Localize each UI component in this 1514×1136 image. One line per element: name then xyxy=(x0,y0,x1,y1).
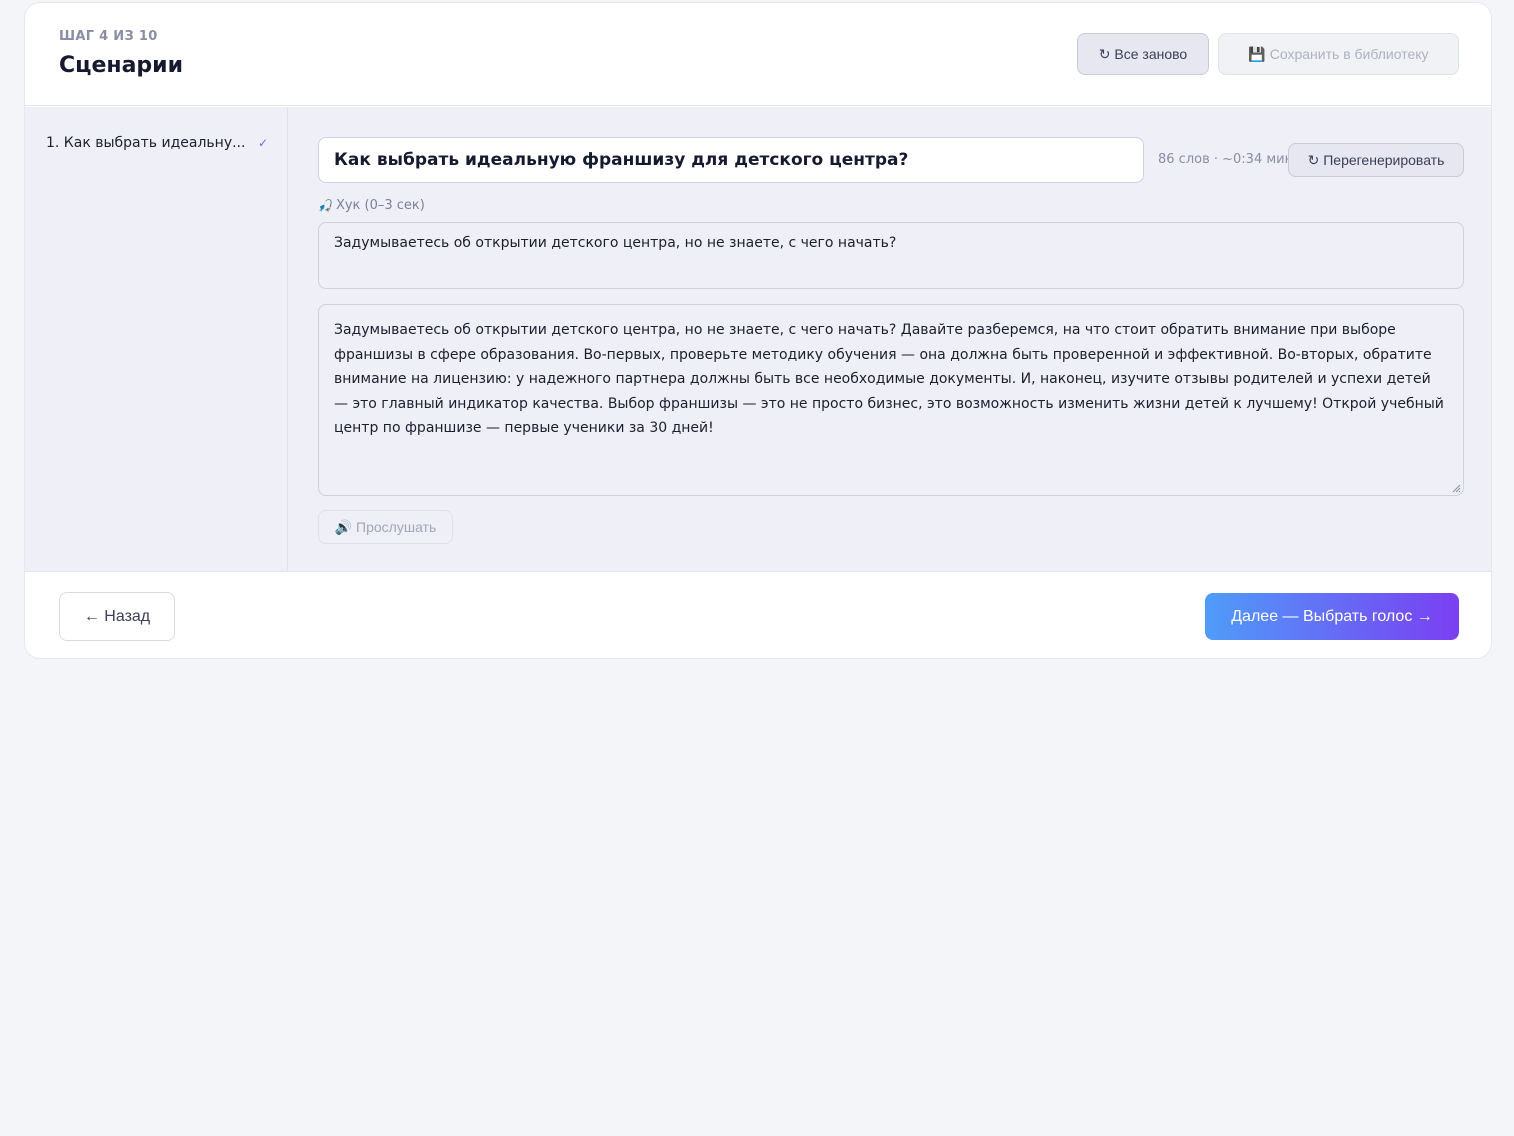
word-count-label: 86 слов · ~0:34 мин xyxy=(1158,152,1294,167)
back-button[interactable]: ← Назад xyxy=(59,592,175,641)
script-text: Задумываетесь об открытии детского центр… xyxy=(334,322,1444,436)
hook-text-field[interactable]: Задумываетесь об открытии детского центр… xyxy=(318,222,1464,289)
scenario-sidebar: 1. Как выбрать идеальну... ✓ xyxy=(25,107,288,571)
hook-label-text: Хук (0–3 сек) xyxy=(335,198,425,213)
wizard-header: ШАГ 4 ИЗ 10 Сценарии ↻ Все заново 💾 Сохр… xyxy=(25,3,1491,106)
next-choose-voice-button[interactable]: Далее — Выбрать голос → xyxy=(1205,593,1459,640)
restart-all-button[interactable]: ↻ Все заново xyxy=(1077,33,1209,75)
script-textarea[interactable]: Задумываетесь об открытии детского центр… xyxy=(318,304,1464,496)
scenario-title-input[interactable]: Как выбрать идеальную франшизу для детск… xyxy=(318,137,1144,183)
check-icon: ✓ xyxy=(257,136,268,150)
scenario-workspace: 1. Как выбрать идеальну... ✓ Как выбрать… xyxy=(25,107,1491,572)
resize-handle-icon[interactable] xyxy=(1451,483,1461,493)
fishing-hook-icon: 🎣 xyxy=(318,198,333,213)
wizard-card: ШАГ 4 ИЗ 10 Сценарии ↻ Все заново 💾 Сохр… xyxy=(24,2,1492,659)
sidebar-item-scenario-1[interactable]: 1. Как выбрать идеальну... ✓ xyxy=(46,133,268,153)
step-indicator: ШАГ 4 ИЗ 10 xyxy=(59,29,158,44)
page-title: Сценарии xyxy=(59,53,183,78)
save-to-library-button[interactable]: 💾 Сохранить в библиотеку xyxy=(1218,33,1459,75)
regenerate-button[interactable]: ↻ Перегенерировать xyxy=(1288,143,1464,177)
listen-button[interactable]: 🔊 Прослушать xyxy=(318,510,453,544)
hook-label: 🎣 Хук (0–3 сек) xyxy=(318,198,425,213)
sidebar-item-label: 1. Как выбрать идеальну... xyxy=(46,135,246,151)
